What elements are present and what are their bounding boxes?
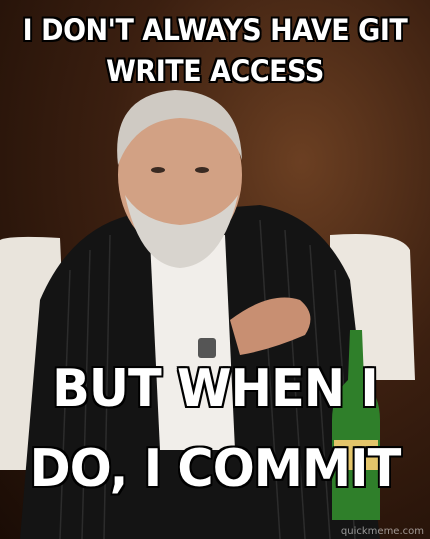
bottom-caption: BUT WHEN I DO, I COMMIT [11,349,420,509]
meme-image: I DON'T ALWAYS HAVE GIT WRITE ACCESS BUT … [0,0,430,539]
top-caption-line1: I DON'T ALWAYS HAVE GIT [22,12,409,48]
bottom-caption-line2: DO, I COMMIT [29,438,403,500]
watermark: quickmeme.com [340,526,424,537]
top-caption: I DON'T ALWAYS HAVE GIT WRITE ACCESS [15,10,415,92]
left-eye [151,167,165,173]
top-caption-line2: WRITE ACCESS [105,53,325,89]
bottom-caption-line1: BUT WHEN I [51,358,380,420]
right-eye [195,167,209,173]
